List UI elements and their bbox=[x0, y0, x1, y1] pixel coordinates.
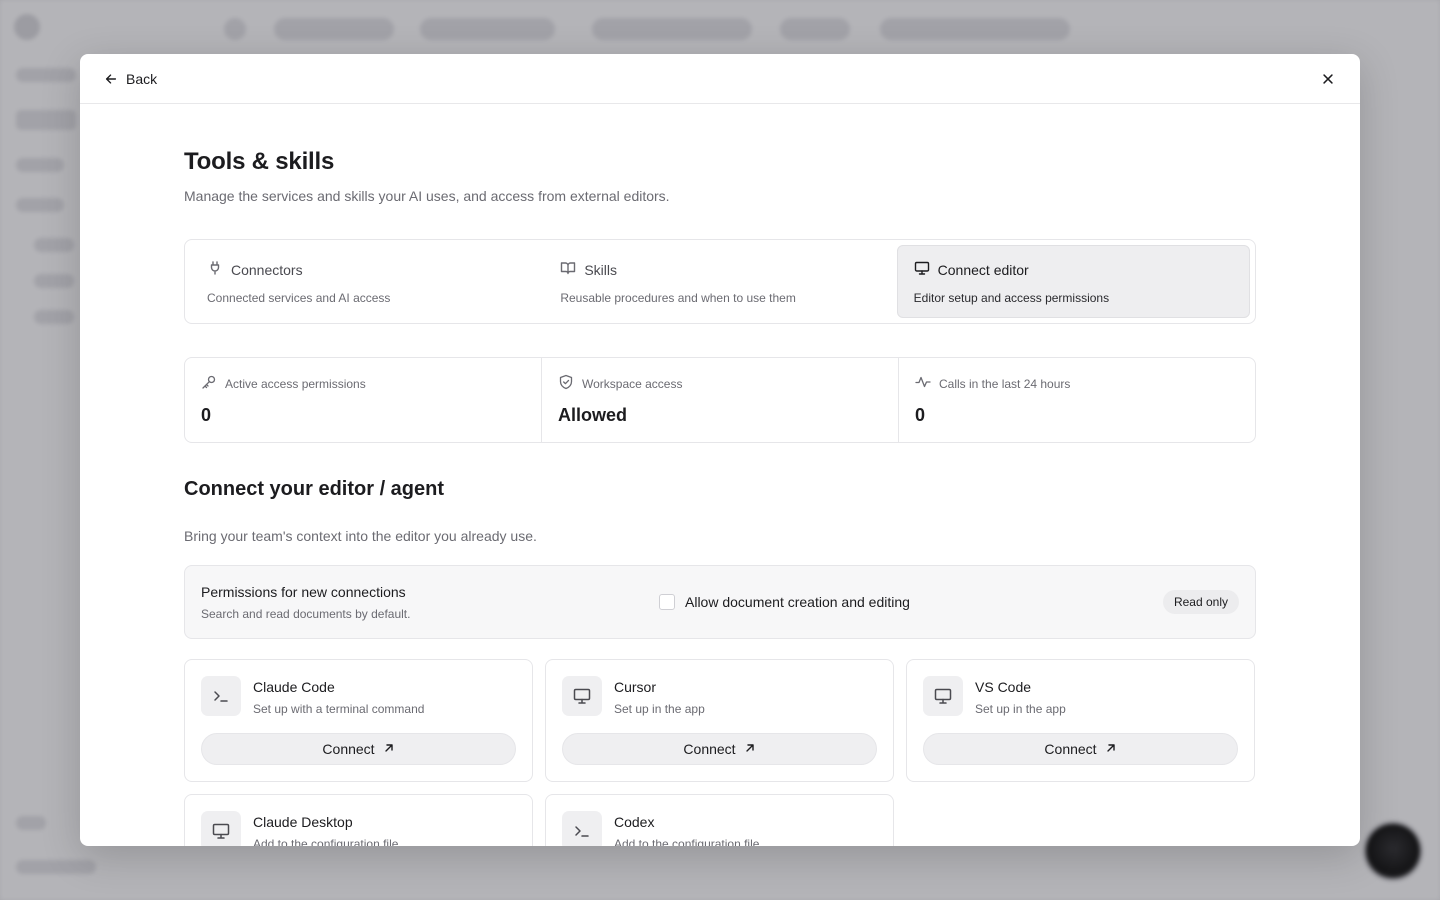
tools-skills-modal: Back Tools & skills Manage the services … bbox=[80, 54, 1360, 846]
app-logo bbox=[14, 14, 40, 40]
access-level-badge: Read only bbox=[1162, 590, 1239, 614]
background-sidebar-item bbox=[16, 816, 46, 830]
tab-connect-editor[interactable]: Connect editor Editor setup and access p… bbox=[896, 245, 1250, 318]
editor-card-claude-desktop: Claude Desktop Add to the configuration … bbox=[184, 794, 533, 846]
background-sidebar-item bbox=[16, 110, 76, 130]
close-button[interactable] bbox=[1318, 69, 1338, 89]
editor-name: Claude Code bbox=[253, 679, 335, 695]
editor-description: Add to the configuration file bbox=[253, 837, 399, 846]
stat-value: 0 bbox=[915, 405, 926, 425]
background-sidebar-item bbox=[34, 274, 74, 288]
modal-header: Back bbox=[80, 54, 1360, 104]
background-sidebar-item bbox=[16, 860, 96, 874]
tab-description: Reusable procedures and when to use them bbox=[560, 291, 796, 305]
allow-editing-label: Allow document creation and editing bbox=[685, 594, 910, 610]
background-nav-item bbox=[274, 18, 394, 40]
arrow-left-icon bbox=[104, 72, 118, 86]
stat-label: Calls in the last 24 hours bbox=[939, 376, 1071, 391]
allow-editing-checkbox[interactable] bbox=[659, 594, 675, 610]
section-subtitle: Bring your team's context into the edito… bbox=[184, 528, 537, 544]
monitor-icon bbox=[201, 811, 241, 846]
monitor-icon bbox=[562, 676, 602, 716]
connect-label: Connect bbox=[683, 741, 736, 757]
stat-value: 0 bbox=[201, 405, 212, 425]
editor-name: Codex bbox=[614, 814, 655, 830]
tab-label: Skills bbox=[584, 261, 617, 278]
editor-description: Set up in the app bbox=[614, 702, 705, 716]
tab-connectors[interactable]: Connectors Connected services and AI acc… bbox=[190, 245, 543, 318]
book-icon bbox=[560, 260, 576, 279]
terminal-icon bbox=[562, 811, 602, 846]
background-nav-item bbox=[224, 18, 246, 40]
stat-label: Workspace access bbox=[582, 376, 683, 391]
editor-description: Set up with a terminal command bbox=[253, 702, 425, 716]
key-icon bbox=[201, 374, 217, 393]
background-nav-item bbox=[420, 18, 555, 40]
monitor-icon bbox=[923, 676, 963, 716]
activity-icon bbox=[915, 374, 931, 393]
stat-workspace-access: Workspace access Allowed bbox=[542, 358, 899, 442]
page-subtitle: Manage the services and skills your AI u… bbox=[184, 188, 670, 204]
tab-label: Connectors bbox=[231, 261, 303, 278]
stat-active-permissions: Active access permissions 0 bbox=[185, 358, 542, 442]
editor-card-cursor: Cursor Set up in the app Connect bbox=[545, 659, 894, 782]
stat-value: Allowed bbox=[558, 405, 628, 425]
stat-calls-24h: Calls in the last 24 hours 0 bbox=[899, 358, 1255, 442]
section-title: Connect your editor / agent bbox=[184, 478, 445, 500]
assistant-orb-button[interactable] bbox=[1366, 824, 1420, 878]
editor-card-vs-code: VS Code Set up in the app Connect bbox=[906, 659, 1255, 782]
connect-button[interactable]: Connect bbox=[201, 733, 516, 765]
editor-card-claude-code: Claude Code Set up with a terminal comma… bbox=[184, 659, 533, 782]
terminal-icon bbox=[201, 676, 241, 716]
stat-label: Active access permissions bbox=[225, 376, 366, 391]
editor-description: Add to the configuration file bbox=[614, 837, 760, 846]
background-sidebar-item bbox=[16, 68, 76, 82]
background-nav-item bbox=[780, 18, 850, 40]
page-title: Tools & skills bbox=[184, 148, 335, 175]
tab-skills[interactable]: Skills Reusable procedures and when to u… bbox=[543, 245, 896, 318]
background-sidebar-item bbox=[34, 238, 74, 252]
tab-label: Connect editor bbox=[937, 261, 1029, 278]
background-sidebar-item bbox=[16, 198, 64, 212]
arrow-up-right-icon bbox=[1105, 741, 1117, 757]
permissions-title: Permissions for new connections bbox=[201, 584, 406, 600]
shield-check-icon bbox=[558, 374, 574, 393]
background-nav-item bbox=[880, 18, 1070, 40]
back-button[interactable]: Back bbox=[104, 71, 157, 87]
back-label: Back bbox=[126, 70, 158, 87]
editor-name: Cursor bbox=[614, 679, 657, 695]
editor-name: Claude Desktop bbox=[253, 814, 353, 830]
arrow-up-right-icon bbox=[744, 741, 756, 757]
tab-description: Editor setup and access permissions bbox=[913, 291, 1110, 305]
background-sidebar-item bbox=[16, 158, 64, 172]
monitor-icon bbox=[914, 260, 930, 279]
editor-name: VS Code bbox=[975, 679, 1032, 695]
permissions-subtitle: Search and read documents by default. bbox=[201, 607, 411, 621]
connect-button[interactable]: Connect bbox=[562, 733, 877, 765]
connect-label: Connect bbox=[322, 741, 375, 757]
arrow-up-right-icon bbox=[383, 741, 395, 757]
allow-editing-toggle[interactable]: Allow document creation and editing bbox=[659, 594, 910, 610]
editor-card-codex: Codex Add to the configuration file bbox=[545, 794, 894, 846]
stats-panel: Active access permissions 0 Workspace ac… bbox=[184, 357, 1256, 443]
tab-description: Connected services and AI access bbox=[207, 291, 391, 305]
connect-label: Connect bbox=[1044, 741, 1097, 757]
permissions-panel: Permissions for new connections Search a… bbox=[184, 565, 1256, 639]
close-icon bbox=[1321, 72, 1335, 86]
section-tabs: Connectors Connected services and AI acc… bbox=[184, 239, 1256, 324]
connect-button[interactable]: Connect bbox=[923, 733, 1238, 765]
background-sidebar-item bbox=[34, 310, 74, 324]
editor-description: Set up in the app bbox=[975, 702, 1066, 716]
plug-icon bbox=[207, 260, 223, 279]
background-nav-item bbox=[592, 18, 752, 40]
